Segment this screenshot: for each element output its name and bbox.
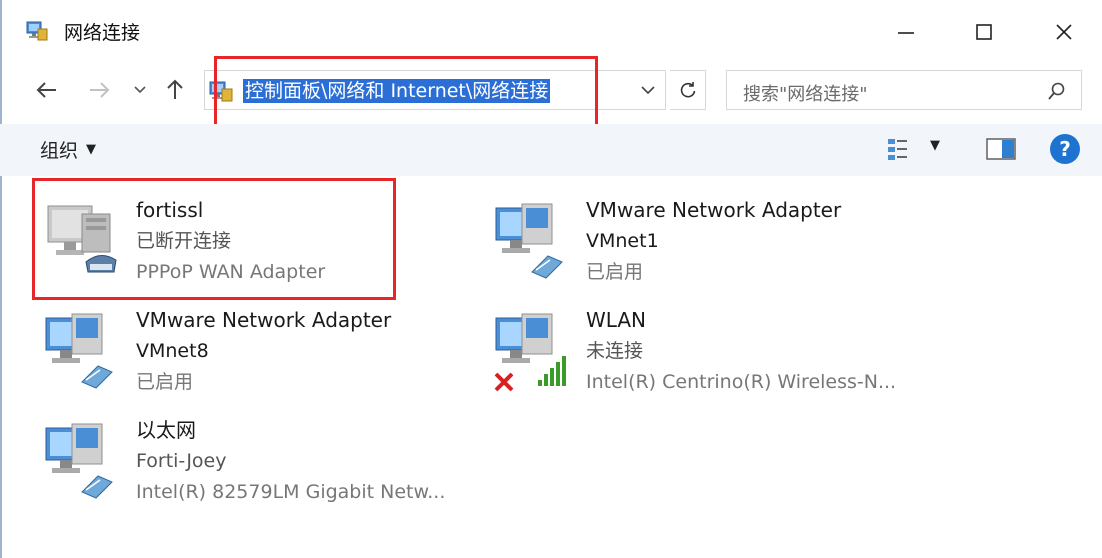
refresh-button[interactable] bbox=[670, 70, 706, 110]
network-adapter-icon bbox=[495, 203, 563, 279]
search-input[interactable]: 搜索"网络连接" bbox=[726, 70, 1082, 110]
connection-status: 已启用 bbox=[136, 371, 194, 393]
change-view-icon[interactable] bbox=[886, 136, 914, 162]
connection-device: Intel(R) Centrino(R) Wireless-N... bbox=[586, 371, 897, 393]
connection-device-name: VMnet1 bbox=[586, 230, 659, 252]
close-icon bbox=[1056, 24, 1072, 40]
network-adapter-icon bbox=[45, 423, 113, 499]
connection-device: Intel(R) 82579LM Gigabit Netw... bbox=[136, 481, 446, 503]
network-connections-app-icon bbox=[26, 21, 48, 41]
title-bar: 网络连接 bbox=[0, 0, 1102, 62]
wireless-adapter-disconnected-icon bbox=[494, 313, 566, 392]
organize-label: 组织 bbox=[40, 140, 79, 162]
help-button[interactable]: ? bbox=[1050, 134, 1080, 164]
caret-down-icon: ▼ bbox=[86, 142, 97, 157]
connection-name: VMware Network Adapter bbox=[136, 308, 392, 332]
minimize-icon bbox=[898, 32, 914, 34]
network-adapter-icon bbox=[45, 313, 113, 389]
up-button[interactable] bbox=[158, 74, 192, 106]
connection-item-wlan[interactable]: WLAN 未连接 Intel(R) Centrino(R) Wireless-N… bbox=[492, 306, 912, 406]
search-placeholder: 搜索"网络连接" bbox=[743, 84, 868, 105]
preview-pane-icon[interactable] bbox=[986, 138, 1016, 160]
connection-status: Forti-Joey bbox=[136, 450, 227, 472]
connection-status: 未连接 bbox=[586, 340, 644, 362]
connection-device-name: VMnet8 bbox=[136, 340, 209, 362]
recent-locations-button[interactable] bbox=[128, 74, 152, 106]
connection-name: 以太网 bbox=[136, 418, 196, 442]
arrow-right-icon bbox=[90, 82, 110, 98]
search-icon[interactable] bbox=[1047, 81, 1067, 101]
connection-item-vmnet8[interactable]: VMware Network Adapter VMnet8 已启用 bbox=[42, 306, 462, 406]
minimize-button[interactable] bbox=[884, 14, 928, 50]
forward-button[interactable] bbox=[82, 74, 116, 106]
chevron-down-icon bbox=[134, 86, 146, 94]
organize-menu-button[interactable]: 组织 ▼ bbox=[40, 136, 96, 163]
connection-item-ethernet[interactable]: 以太网 Forti-Joey Intel(R) 82579LM Gigabit … bbox=[42, 416, 462, 516]
refresh-icon bbox=[680, 82, 695, 98]
annotation-highlight-box bbox=[214, 56, 598, 128]
arrow-up-icon bbox=[167, 79, 183, 99]
connection-name: WLAN bbox=[586, 308, 647, 332]
arrow-left-icon bbox=[36, 82, 56, 98]
view-options-caret-icon[interactable]: ▼ bbox=[930, 138, 940, 153]
maximize-button[interactable] bbox=[962, 14, 1006, 50]
window-left-border bbox=[0, 0, 2, 558]
close-button[interactable] bbox=[1042, 14, 1086, 50]
chevron-down-icon[interactable] bbox=[639, 81, 657, 99]
connection-name: VMware Network Adapter bbox=[586, 198, 842, 222]
command-toolbar: 组织 ▼ ▼ ? bbox=[0, 124, 1102, 176]
annotation-highlight-box bbox=[32, 178, 396, 300]
connection-item-vmnet1[interactable]: VMware Network Adapter VMnet1 已启用 bbox=[492, 196, 912, 296]
window-title: 网络连接 bbox=[64, 22, 141, 44]
connection-status: 已启用 bbox=[586, 261, 644, 283]
back-button[interactable] bbox=[30, 74, 64, 106]
help-icon: ? bbox=[1059, 137, 1071, 161]
maximize-icon bbox=[976, 24, 992, 40]
